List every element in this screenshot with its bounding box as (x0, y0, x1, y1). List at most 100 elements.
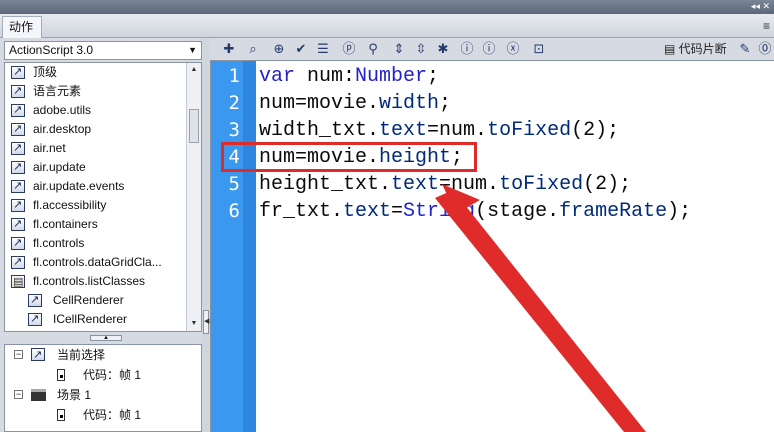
library-list: 顶级语言元素 adobe.utils air.desktop air.net air.u… (5, 63, 187, 329)
collapse-toggle-icon[interactable]: − (14, 350, 23, 359)
find-icon[interactable]: ⌕ (244, 41, 262, 57)
navigator-item[interactable]: − 当前选择 (5, 345, 201, 365)
current-selection-icon (31, 345, 45, 365)
class-link-icon (11, 120, 25, 139)
class-link-icon (11, 215, 25, 234)
navigator-item[interactable]: − 场景 1 (5, 385, 201, 405)
class-link-icon (11, 101, 25, 120)
target-path-icon[interactable]: ⊕ (270, 41, 288, 57)
chevron-down-icon[interactable]: ▼ (188, 42, 197, 59)
code-token: fr_txt. (259, 200, 344, 223)
panel-collapse-close-icon[interactable]: ◂◂ ✕ (751, 1, 770, 11)
actionscript-version-select[interactable]: ActionScript 3.0 ▼ (4, 41, 202, 60)
library-item[interactable]: CellRenderer (5, 291, 187, 310)
code-token: (2); (583, 173, 632, 196)
show-hide-toolbox-icon[interactable]: ⊡ (530, 41, 548, 57)
snippets-icon: ▤ (664, 42, 679, 56)
tab-actions[interactable]: 动作 (2, 16, 42, 38)
navigator-item-label: 代码：帧 1 (83, 368, 142, 382)
scroll-up-icon[interactable]: ▲ (187, 63, 201, 77)
code-token: (2); (571, 119, 620, 142)
class-link-icon (11, 177, 25, 196)
library-item[interactable]: air.net (5, 139, 187, 158)
code-token: text (379, 119, 428, 142)
code-token: (stage. (475, 200, 560, 223)
code-token: Number (355, 65, 428, 88)
library-item[interactable]: air.update (5, 158, 187, 177)
library-item-label: air.update.events (33, 179, 125, 193)
help-icon[interactable]: ⓪ (756, 41, 774, 57)
library-item[interactable]: adobe.utils (5, 101, 187, 120)
library-item-label: air.update (33, 160, 86, 174)
panel-menu-icon[interactable]: ≡ (763, 19, 770, 33)
line-number: 5 (228, 173, 240, 195)
code-line[interactable]: num=movie.width; (259, 90, 451, 117)
code-token: num=movie. (259, 92, 380, 115)
class-link-icon (11, 158, 25, 177)
code-snippets-button[interactable]: ▤ 代码片断 (664, 42, 727, 56)
remove-comment-icon[interactable]: ⓧ (504, 41, 522, 57)
collapse-between-braces-icon[interactable]: ⇕ (390, 41, 408, 57)
code-token: =num. (439, 173, 500, 196)
class-link-icon (11, 196, 25, 215)
library-item-label: fl.controls.listClasses (33, 274, 146, 288)
library-item-label: air.net (33, 141, 66, 155)
code-line[interactable]: width_txt.text=num.toFixed(2); (259, 117, 619, 144)
library-item-label: ICellRenderer (53, 312, 128, 326)
code-token: width (379, 92, 440, 115)
class-link-icon (11, 253, 25, 272)
collapse-toggle-icon[interactable]: − (14, 390, 23, 399)
library-item[interactable]: fl.controls.dataGridCla... (5, 253, 187, 272)
library-item[interactable]: fl.containers (5, 215, 187, 234)
library-item[interactable]: 语言元素 (5, 82, 187, 101)
navigator-item-label: 当前选择 (57, 348, 106, 362)
apply-line-comment-icon[interactable]: ⓘ (480, 41, 498, 57)
library-tree: 顶级语言元素 adobe.utils air.desktop air.net air.u… (4, 62, 202, 332)
code-token: height_txt. (259, 173, 392, 196)
library-item-label: adobe.utils (33, 103, 92, 117)
expand-all-icon[interactable]: ✱ (434, 41, 452, 57)
line-number: 2 (228, 92, 240, 114)
library-item-label: air.desktop (33, 122, 92, 136)
code-line[interactable]: var num:Number; (259, 63, 439, 90)
library-item[interactable]: fl.controls.listClasses (5, 272, 187, 291)
auto-format-icon[interactable]: ☰ (314, 41, 332, 57)
code-frame-icon (57, 409, 65, 421)
collapse-selection-icon[interactable]: ⇳ (412, 41, 430, 57)
apply-block-comment-icon[interactable]: ⓘ (458, 41, 476, 57)
code-line[interactable]: fr_txt.text=String(stage.frameRate); (259, 198, 691, 225)
navigator-item-label: 代码：帧 1 (83, 408, 142, 422)
library-item[interactable]: 顶级 (5, 63, 187, 82)
add-statement-icon[interactable]: ✚ (220, 41, 238, 57)
wand-icon[interactable]: ✎ (736, 41, 754, 57)
toolbox-collapse-bar[interactable]: ◀ (202, 38, 210, 432)
navigator-item[interactable]: 代码：帧 1 (5, 405, 201, 425)
library-scrollbar[interactable]: ▲ ▼ (186, 63, 201, 331)
pane-splitter[interactable]: ▲ (4, 334, 202, 342)
library-item[interactable]: fl.controls (5, 234, 187, 253)
script-editor[interactable]: 123456 var num:Number; num=movie.width; wi… (210, 60, 774, 432)
code-hint-icon[interactable]: ⓟ (340, 41, 358, 57)
editor-toolbar: ▤ 代码片断 ✎ ⓪ ✚ ⌕ ⊕ ✔ ☰ ⓟ ⚲ ⇕ ⇳ ✱ ⓘ ⓘ ⓧ ⊡ (212, 38, 774, 60)
debug-options-icon[interactable]: ⚲ (364, 41, 382, 57)
splitter-grip-icon[interactable]: ▲ (90, 335, 122, 341)
check-syntax-icon[interactable]: ✔ (292, 41, 310, 57)
code-token: String (403, 200, 476, 223)
navigator-item[interactable]: 代码：帧 1 (5, 365, 201, 385)
library-item-label: 语言元素 (33, 84, 82, 98)
line-number-gutter: 123456 (211, 61, 256, 432)
scroll-down-icon[interactable]: ▼ (187, 317, 201, 331)
code-token: ; (439, 92, 452, 115)
library-item[interactable]: ICellRenderer (5, 310, 187, 329)
library-item[interactable]: fl.accessibility (5, 196, 187, 215)
class-link-icon (28, 310, 42, 329)
collapse-arrow-icon[interactable]: ◀ (203, 310, 209, 334)
code-line[interactable]: height_txt.text=num.toFixed(2); (259, 171, 631, 198)
library-item[interactable]: air.desktop (5, 120, 187, 139)
scene-icon (31, 389, 46, 401)
library-item-label: fl.accessibility (33, 198, 107, 212)
scroll-thumb[interactable] (189, 109, 199, 143)
library-item[interactable]: air.update.events (5, 177, 187, 196)
library-item-label: 顶级 (33, 65, 58, 79)
class-link-icon (11, 63, 25, 82)
